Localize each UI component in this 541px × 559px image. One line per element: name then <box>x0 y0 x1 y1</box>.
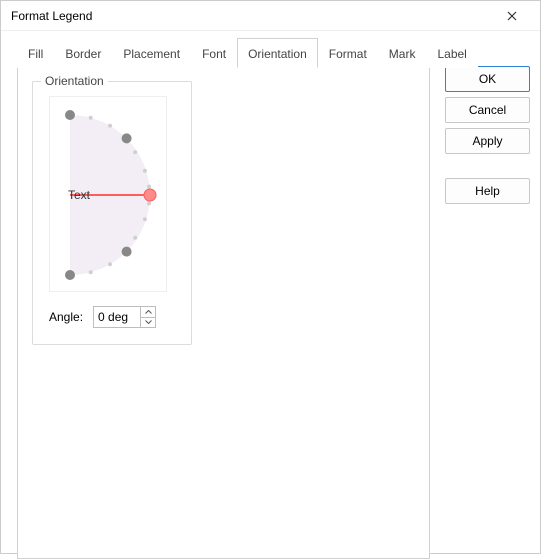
tab-label[interactable]: Label <box>426 40 477 68</box>
close-icon <box>507 11 517 21</box>
orientation-group: Orientation <box>32 81 192 345</box>
angle-label: Angle: <box>49 310 83 324</box>
angle-row: Angle: <box>49 306 175 328</box>
titlebar: Format Legend <box>1 1 540 31</box>
orientation-group-label: Orientation <box>41 74 108 88</box>
tab-strip: Fill Border Placement Font Orientation F… <box>17 40 478 68</box>
tab-border[interactable]: Border <box>54 40 112 68</box>
chevron-down-icon <box>145 320 152 324</box>
angle-dial-graphic: Text <box>50 97 168 293</box>
tab-font[interactable]: Font <box>191 40 237 68</box>
dialog-buttons: OK Cancel Apply Help <box>445 66 530 204</box>
dialog-content: Fill Border Placement Font Orientation F… <box>1 31 540 553</box>
angle-step-up[interactable] <box>141 307 155 318</box>
help-button[interactable]: Help <box>445 178 530 204</box>
angle-dial[interactable]: Text <box>49 96 167 292</box>
tab-placement[interactable]: Placement <box>112 40 191 68</box>
tab-format[interactable]: Format <box>318 40 378 68</box>
angle-step-down[interactable] <box>141 318 155 328</box>
cancel-button[interactable]: Cancel <box>445 97 530 123</box>
tab-mark[interactable]: Mark <box>378 40 427 68</box>
tab-fill[interactable]: Fill <box>17 40 54 68</box>
ok-button[interactable]: OK <box>445 66 530 92</box>
apply-button[interactable]: Apply <box>445 128 530 154</box>
tab-orientation[interactable]: Orientation <box>237 38 318 68</box>
chevron-up-icon <box>145 310 152 314</box>
dial-text-label: Text <box>68 188 91 202</box>
close-button[interactable] <box>492 2 532 30</box>
format-legend-dialog: Format Legend Fill Border Placement Font… <box>0 0 541 554</box>
angle-input[interactable] <box>94 307 140 327</box>
angle-spinner[interactable] <box>93 306 156 328</box>
window-title: Format Legend <box>11 9 492 23</box>
tab-panel-orientation: Orientation <box>17 66 430 559</box>
angle-spinner-arrows <box>140 307 155 327</box>
